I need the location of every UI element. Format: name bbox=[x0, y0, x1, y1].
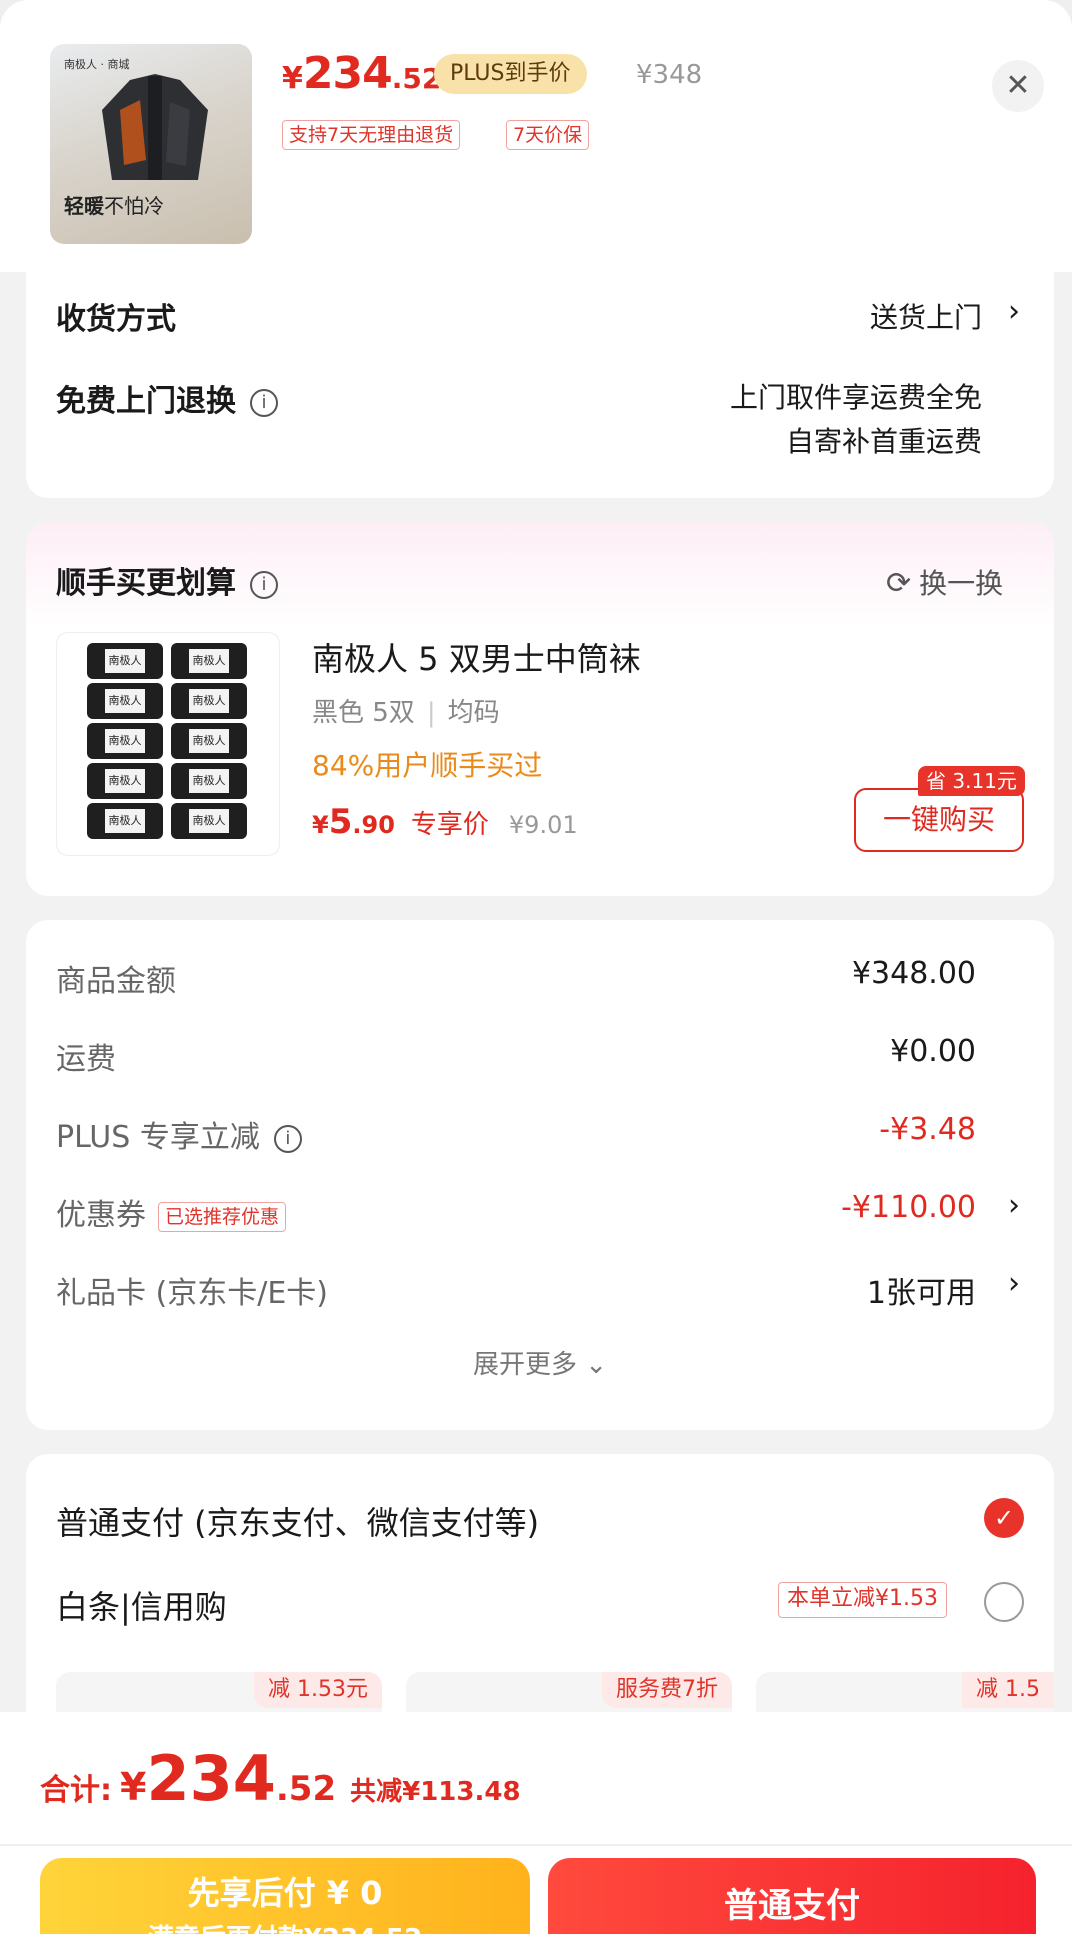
installment-tag: 减 1.5 bbox=[962, 1672, 1054, 1708]
return-policy-tag: 支持7天无理由退货 bbox=[282, 120, 461, 150]
close-icon[interactable]: ✕ bbox=[992, 60, 1044, 112]
plus-discount-value: -¥3.48 bbox=[879, 1112, 976, 1147]
pay-later-button[interactable]: 先享后付 ¥ 0 满意后再付款¥234.52 bbox=[40, 1858, 530, 1934]
goods-amount-label: 商品金额 bbox=[56, 964, 176, 999]
free-return-line2: 自寄补首重运费 bbox=[785, 425, 982, 458]
gift-card-label[interactable]: 礼品卡 (京东卡/E卡) bbox=[56, 1268, 328, 1312]
coupon-value[interactable]: -¥110.00 bbox=[841, 1190, 976, 1225]
info-icon[interactable]: i bbox=[250, 570, 278, 599]
original-price: ¥348 bbox=[636, 60, 703, 90]
unchecked-radio[interactable] bbox=[984, 1582, 1024, 1622]
delivery-method-value[interactable]: 送货上门 bbox=[870, 296, 982, 336]
price-summary-card: 商品金额 ¥348.00 运费 ¥0.00 PLUS 专享立减 i -¥3.48 … bbox=[26, 920, 1054, 1430]
installment-tag: 减 1.53元 bbox=[254, 1672, 382, 1708]
gift-card-value[interactable]: 1张可用 bbox=[867, 1268, 976, 1312]
total-saved: 共减¥113.48 bbox=[350, 1777, 521, 1807]
divider bbox=[0, 1844, 1072, 1846]
normal-pay-button[interactable]: 普通支付 bbox=[548, 1858, 1036, 1934]
info-icon[interactable]: i bbox=[250, 388, 278, 417]
price-integer: 234 bbox=[302, 48, 393, 99]
addon-bought-text: 84%用户顺手买过 bbox=[312, 749, 543, 782]
header-price: ¥ 234 .52 bbox=[282, 48, 453, 100]
addon-price: ¥ 5 .90 专享价 ¥9.01 bbox=[312, 802, 578, 842]
shipping-label: 运费 bbox=[56, 1042, 116, 1077]
goods-amount-value: ¥348.00 bbox=[851, 956, 976, 991]
addon-old-price: ¥9.01 bbox=[508, 811, 578, 839]
chevron-right-icon[interactable]: › bbox=[1008, 294, 1020, 329]
price-protect-tag: 7天价保 bbox=[506, 120, 590, 150]
free-return-label: 免费上门退换 i bbox=[56, 376, 278, 420]
socks-grid: 南极人 南极人 南极人 南极人 南极人 南极人 南极人 南极人 南极人 南极人 bbox=[87, 643, 251, 843]
coupon-label[interactable]: 优惠券 已选推荐优惠 bbox=[56, 1190, 287, 1234]
switch-button[interactable]: ⟳ 换一换 bbox=[886, 562, 1003, 602]
shipping-value: ¥0.00 bbox=[890, 1034, 976, 1069]
total-price: 合计: ¥ 234 .52 共减¥113.48 bbox=[40, 1742, 521, 1815]
save-amount-tag: 省 3.11元 bbox=[918, 766, 1025, 796]
baitiao-label[interactable]: 白条|信用购 bbox=[56, 1582, 227, 1628]
one-click-buy-button[interactable]: 一键购买 bbox=[854, 788, 1024, 852]
checkout-sheet: 南极人 · 商城 轻暖不怕冷 ¥ 234 .52 PLUS到手价 ¥348 ✕ … bbox=[0, 0, 1072, 1934]
total-label: 合计: bbox=[40, 1773, 112, 1808]
checkout-bottom-bar: 合计: ¥ 234 .52 共减¥113.48 先享后付 ¥ 0 满意后再付款¥… bbox=[0, 1712, 1072, 1934]
checked-icon[interactable]: ✓ bbox=[984, 1498, 1024, 1538]
addon-card: 顺手买更划算 i ⟳ 换一换 南极人 南极人 南极人 南极人 南极人 南极人 南极人… bbox=[26, 522, 1054, 896]
expand-more-button[interactable]: 展开更多 ⌄ bbox=[26, 1344, 1054, 1381]
chevron-right-icon[interactable]: › bbox=[1008, 1188, 1020, 1223]
product-header: 南极人 · 商城 轻暖不怕冷 ¥ 234 .52 PLUS到手价 ¥348 ✕ … bbox=[0, 0, 1072, 272]
refresh-icon: ⟳ bbox=[886, 566, 912, 601]
socks-product-image[interactable]: 南极人 南极人 南极人 南极人 南极人 南极人 南极人 南极人 南极人 南极人 bbox=[56, 632, 280, 856]
plus-price-badge: PLUS到手价 bbox=[434, 54, 587, 94]
thumbnail-slogan: 轻暖不怕冷 bbox=[64, 194, 164, 218]
delivery-card: 收货方式 送货上门 › 免费上门退换 i 上门取件享运费全免 自寄补首重运费 bbox=[26, 272, 1054, 498]
product-thumbnail: 南极人 · 商城 轻暖不怕冷 bbox=[50, 44, 252, 244]
info-icon[interactable]: i bbox=[273, 1124, 302, 1153]
addon-product-spec[interactable]: 黑色 5双 | 均码 bbox=[312, 692, 500, 729]
delivery-method-label: 收货方式 bbox=[56, 302, 176, 337]
normal-payment-label[interactable]: 普通支付 (京东支付、微信支付等) bbox=[56, 1498, 539, 1544]
baitiao-discount-tag: 本单立减¥1.53 bbox=[778, 1582, 947, 1618]
plus-discount-label: PLUS 专享立减 i bbox=[56, 1112, 302, 1156]
free-return-line1: 上门取件享运费全免 bbox=[729, 381, 982, 414]
installment-tag: 服务费7折 bbox=[602, 1672, 732, 1708]
coupon-recommended-tag: 已选推荐优惠 bbox=[158, 1201, 287, 1232]
price-currency: ¥ bbox=[282, 61, 303, 96]
exclusive-price-tag: 专享价 bbox=[410, 810, 489, 840]
jacket-image bbox=[102, 74, 208, 180]
addon-product-name[interactable]: 南极人 5 双男士中筒袜 bbox=[312, 634, 641, 680]
chevron-right-icon[interactable]: › bbox=[1008, 1266, 1020, 1301]
addon-title: 顺手买更划算 i bbox=[56, 558, 278, 602]
